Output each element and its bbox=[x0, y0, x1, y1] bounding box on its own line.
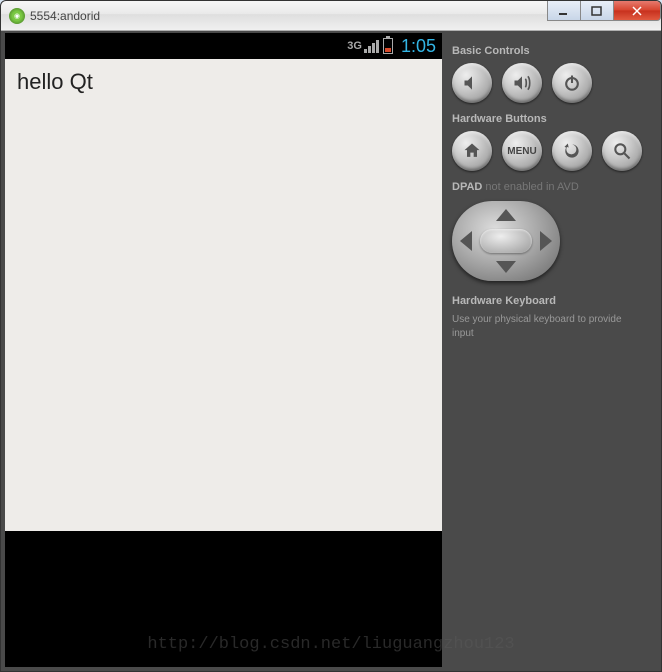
network-3g-icon: 3G bbox=[347, 40, 379, 53]
hardware-keyboard-heading: Hardware Keyboard bbox=[452, 295, 645, 307]
titlebar[interactable]: ◉ 5554:andorid bbox=[1, 1, 661, 31]
app-content-area[interactable]: hello Qt bbox=[5, 59, 442, 531]
dpad-right-button[interactable] bbox=[540, 231, 552, 251]
minimize-button[interactable] bbox=[547, 1, 581, 21]
power-button[interactable] bbox=[552, 63, 592, 103]
dpad bbox=[452, 201, 560, 281]
dpad-heading: DPAD not enabled in AVD bbox=[452, 181, 645, 193]
volume-up-button[interactable] bbox=[502, 63, 542, 103]
close-button[interactable] bbox=[613, 1, 661, 21]
hello-text: hello Qt bbox=[17, 69, 93, 95]
window-title: 5554:andorid bbox=[30, 9, 100, 23]
hardware-buttons-heading: Hardware Buttons bbox=[452, 113, 645, 125]
android-status-bar: 3G 1:05 bbox=[5, 33, 442, 59]
emulator-screen[interactable]: 3G 1:05 hello Qt bbox=[5, 33, 442, 667]
dpad-left-button[interactable] bbox=[460, 231, 472, 251]
dpad-down-button[interactable] bbox=[496, 261, 516, 273]
home-button[interactable] bbox=[452, 131, 492, 171]
window-controls bbox=[548, 1, 661, 21]
nav-black-area bbox=[5, 531, 442, 667]
android-app-icon: ◉ bbox=[9, 8, 25, 24]
basic-controls-heading: Basic Controls bbox=[452, 45, 645, 57]
status-clock: 1:05 bbox=[401, 36, 436, 57]
back-button[interactable] bbox=[552, 131, 592, 171]
maximize-button[interactable] bbox=[580, 1, 614, 21]
volume-down-button[interactable] bbox=[452, 63, 492, 103]
client-area: 3G 1:05 hello Qt Basic Controls bbox=[1, 31, 661, 671]
battery-icon bbox=[383, 38, 393, 54]
signal-bars-icon bbox=[364, 40, 379, 53]
search-button[interactable] bbox=[602, 131, 642, 171]
emulator-controls-panel: Basic Controls Hardware Buttons MENU bbox=[442, 33, 655, 667]
menu-button[interactable]: MENU bbox=[502, 131, 542, 171]
hardware-keyboard-note: Use your physical keyboard to provide in… bbox=[452, 313, 645, 341]
dpad-center-button[interactable] bbox=[480, 229, 532, 253]
dpad-up-button[interactable] bbox=[496, 209, 516, 221]
emulator-window: ◉ 5554:andorid 3G bbox=[0, 0, 662, 672]
